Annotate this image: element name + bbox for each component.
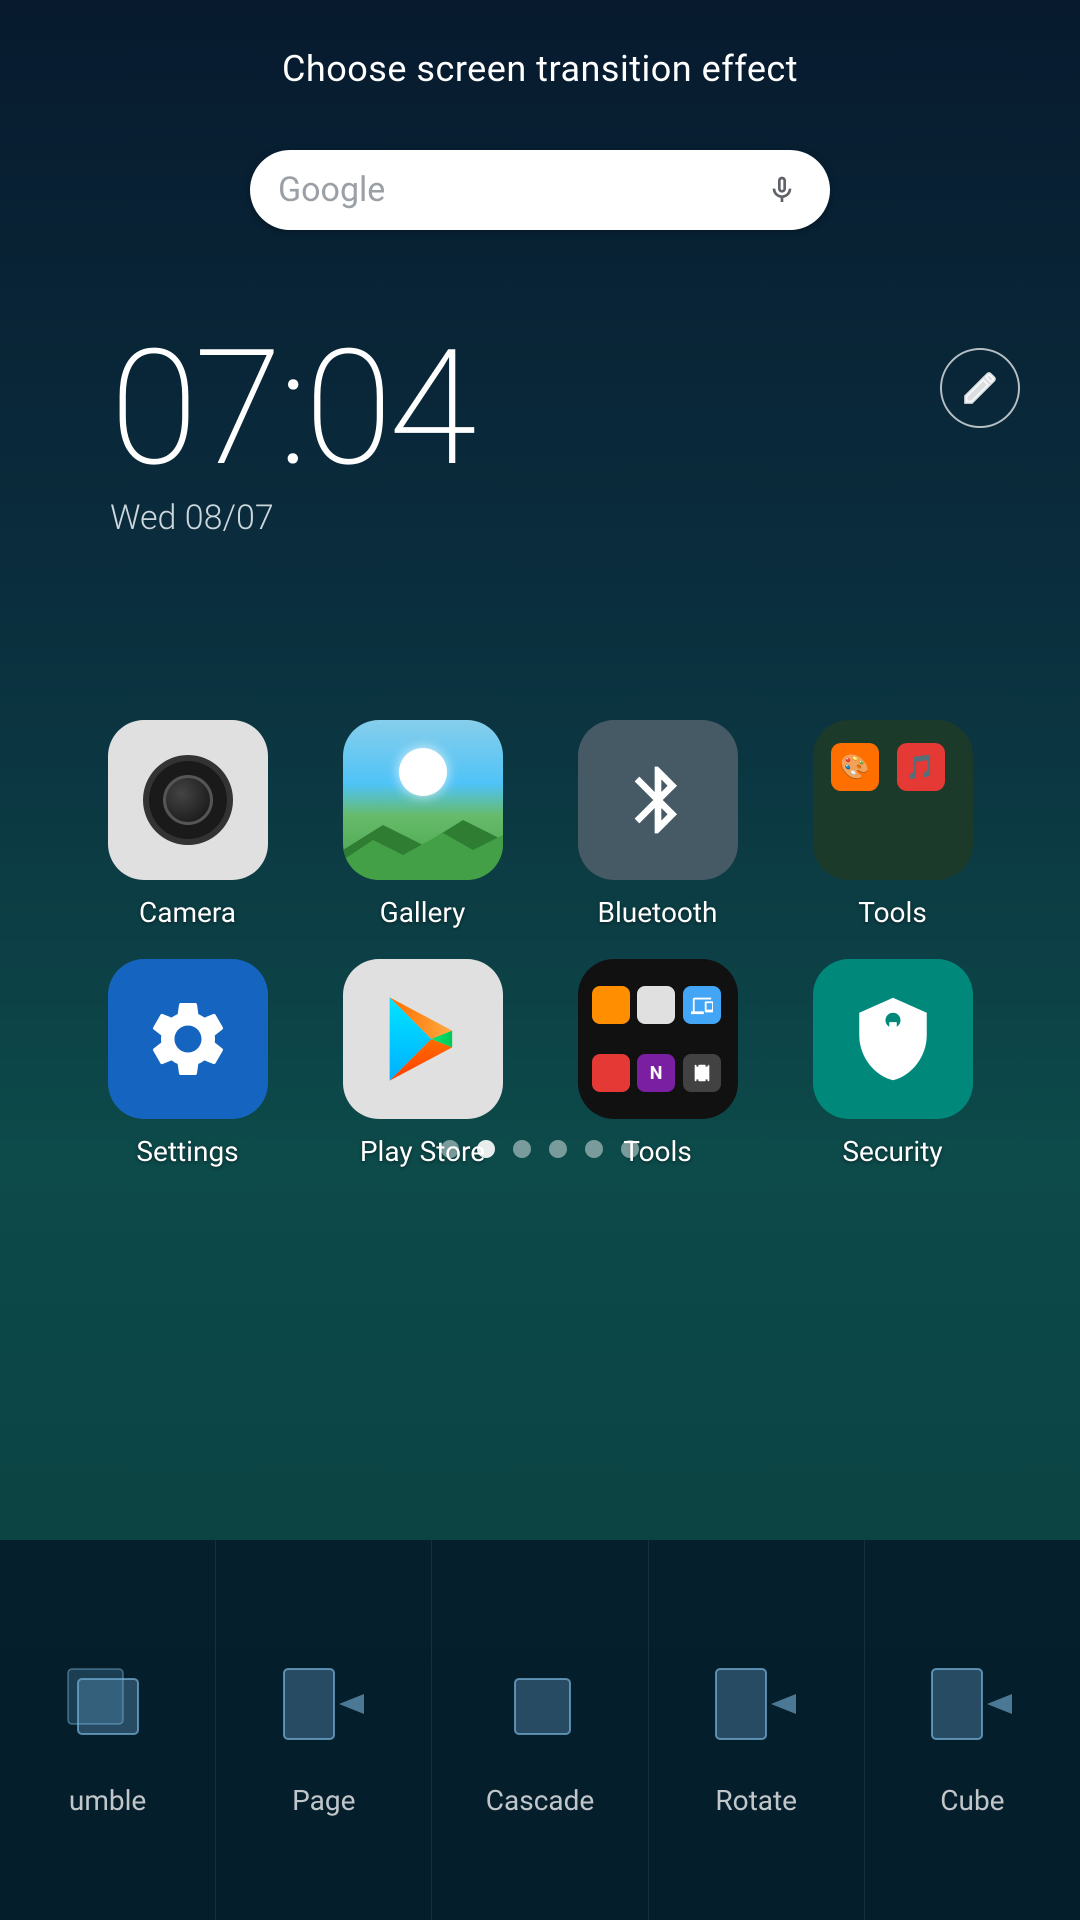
dot-4[interactable] bbox=[549, 1140, 567, 1158]
cube-icon bbox=[912, 1644, 1032, 1764]
app-item-gallery[interactable]: Gallery bbox=[315, 720, 530, 929]
transition-rotate[interactable]: Rotate bbox=[649, 1540, 865, 1920]
edit-button[interactable] bbox=[940, 348, 1020, 428]
app-label-tools-folder: Tools bbox=[858, 896, 927, 929]
transition-page[interactable]: Page bbox=[216, 1540, 432, 1920]
transition-cascade[interactable]: Cascade bbox=[432, 1540, 648, 1920]
app-label-gallery: Gallery bbox=[380, 896, 466, 929]
bluetooth-icon bbox=[578, 720, 738, 880]
cascade-label: Cascade bbox=[486, 1784, 594, 1817]
app-item-bluetooth[interactable]: Bluetooth bbox=[550, 720, 765, 929]
transition-cube[interactable]: Cube bbox=[865, 1540, 1080, 1920]
search-text: Google bbox=[278, 170, 762, 210]
page-icon bbox=[264, 1644, 384, 1764]
clock-time: 07:04 bbox=[110, 330, 473, 490]
dot-5[interactable] bbox=[585, 1140, 603, 1158]
app-item-playstore[interactable]: Play Store bbox=[315, 959, 530, 1168]
dot-1[interactable] bbox=[441, 1140, 459, 1158]
app-grid: Camera Gallery Bluetooth 🎨 🎵 Tools bbox=[0, 720, 1080, 1168]
dot-6[interactable] bbox=[621, 1140, 639, 1158]
app-item-tools-grid[interactable]: N Tools bbox=[550, 959, 765, 1168]
dot-3[interactable] bbox=[513, 1140, 531, 1158]
gallery-icon bbox=[343, 720, 503, 880]
app-item-camera[interactable]: Camera bbox=[80, 720, 295, 929]
transition-tumble[interactable]: umble bbox=[0, 1540, 216, 1920]
rotate-label: Rotate bbox=[715, 1784, 797, 1817]
page-dots bbox=[0, 1140, 1080, 1158]
clock-widget: 07:04 Wed 08/07 bbox=[110, 330, 473, 538]
tumble-icon bbox=[48, 1644, 168, 1764]
tools-folder-icon: 🎨 🎵 bbox=[813, 720, 973, 880]
settings-icon bbox=[108, 959, 268, 1119]
app-label-camera: Camera bbox=[139, 896, 236, 929]
tumble-label: umble bbox=[69, 1784, 146, 1817]
app-item-security[interactable]: Security bbox=[785, 959, 1000, 1168]
mic-icon[interactable] bbox=[762, 170, 802, 210]
page-label: Page bbox=[292, 1784, 355, 1817]
screen-title: Choose screen transition effect bbox=[0, 0, 1080, 90]
security-icon bbox=[813, 959, 973, 1119]
tools-grid-icon: N bbox=[578, 959, 738, 1119]
search-bar[interactable]: Google bbox=[250, 150, 830, 230]
playstore-icon bbox=[343, 959, 503, 1119]
cube-label: Cube bbox=[940, 1784, 1004, 1817]
app-label-bluetooth: Bluetooth bbox=[598, 896, 718, 929]
transition-bar: umble Page Cascade Rotate bbox=[0, 1540, 1080, 1920]
cascade-icon bbox=[480, 1644, 600, 1764]
clock-date: Wed 08/07 bbox=[110, 498, 473, 538]
camera-icon bbox=[108, 720, 268, 880]
rotate-icon bbox=[696, 1644, 816, 1764]
app-item-settings[interactable]: Settings bbox=[80, 959, 295, 1168]
app-item-tools-folder[interactable]: 🎨 🎵 Tools bbox=[785, 720, 1000, 929]
dot-2[interactable] bbox=[477, 1140, 495, 1158]
